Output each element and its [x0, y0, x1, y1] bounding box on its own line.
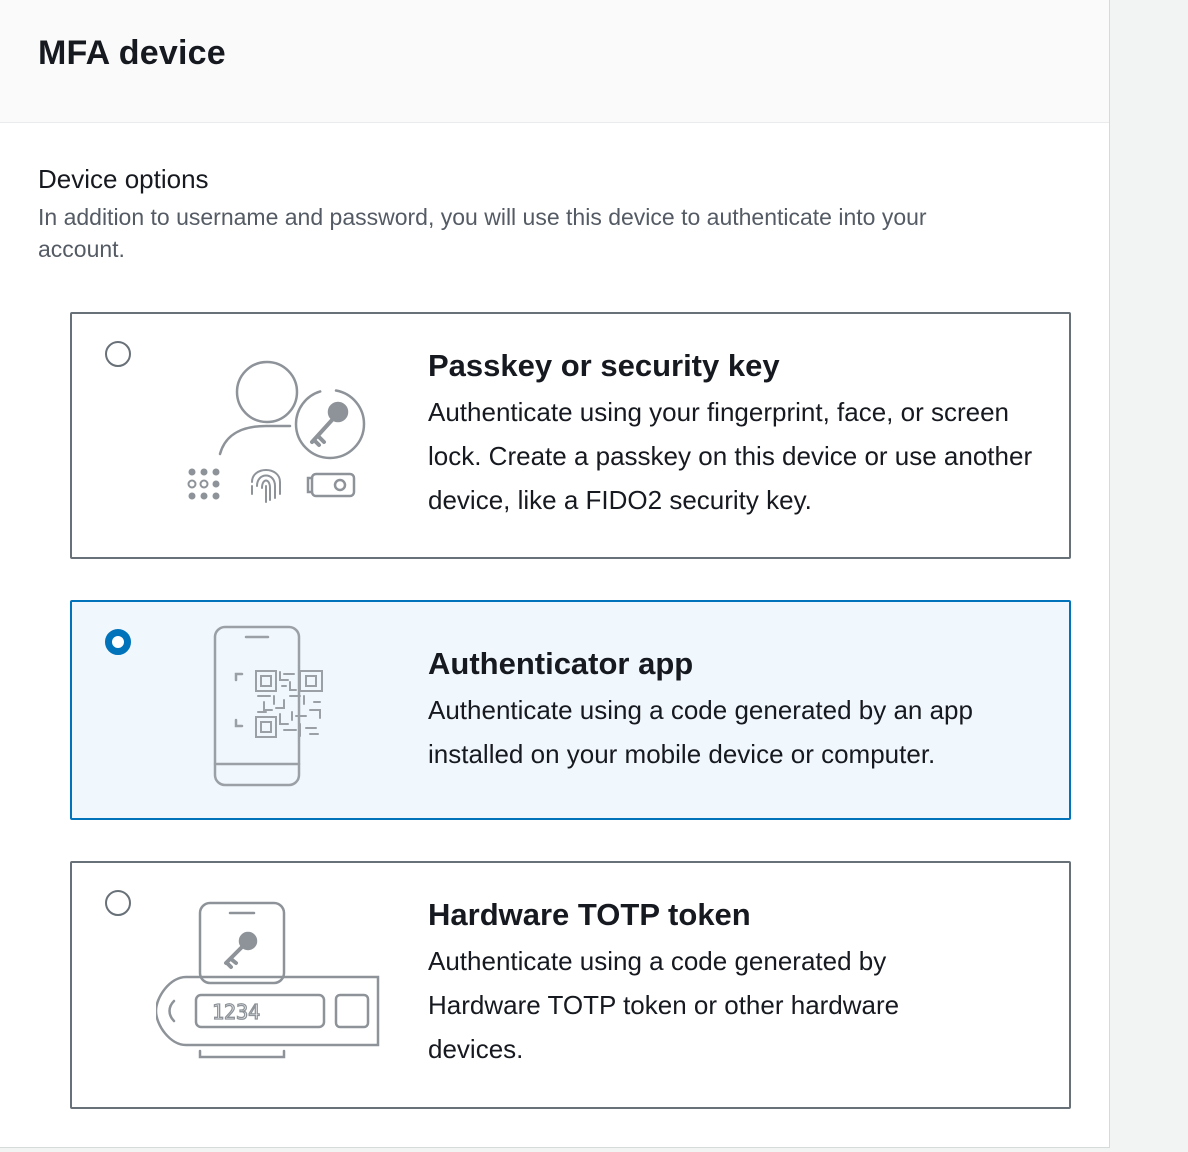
option-passkey[interactable]: Passkey or security key Authenticate usi…	[70, 312, 1071, 559]
option-title: Passkey or security key	[428, 348, 780, 383]
passkey-icon	[187, 360, 366, 503]
option-title: Hardware TOTP token	[428, 897, 751, 932]
device-options-label: Device options	[38, 164, 209, 194]
radio-passkey[interactable]	[105, 341, 131, 367]
hardware-token-icon: 1234	[156, 901, 380, 1059]
option-description: Authenticate using a code generated by a…	[428, 695, 973, 769]
panel-title: MFA device	[38, 34, 226, 72]
option-title: Authenticator app	[428, 646, 694, 681]
radio-hardware-totp-token[interactable]	[105, 890, 131, 916]
device-options-description: In addition to username and password, yo…	[38, 204, 927, 262]
option-hardware-totp-token[interactable]: 1234 Hardware TOTP token Authenticate us…	[70, 861, 1071, 1109]
authenticator-app-icon	[213, 625, 323, 787]
radio-authenticator-app[interactable]	[105, 629, 131, 655]
option-authenticator-app[interactable]: Authenticator app Authenticate using a c…	[70, 600, 1071, 820]
device-options-section: Device options In addition to username a…	[0, 123, 1109, 265]
option-description: Authenticate using your fingerprint, fac…	[428, 397, 1033, 515]
authenticator-app-text: Authenticator app Authenticate using a c…	[428, 644, 1048, 776]
mfa-device-panel: MFA device Device options In addition to…	[0, 0, 1110, 1148]
option-description: Authenticate using a code generated by H…	[428, 946, 900, 1064]
token-display-text: 1234	[212, 1000, 260, 1024]
hardware-token-text: Hardware TOTP token Authenticate using a…	[428, 895, 988, 1071]
passkey-text: Passkey or security key Authenticate usi…	[428, 346, 1048, 522]
device-option-list: Passkey or security key Authenticate usi…	[70, 312, 1071, 1109]
panel-header: MFA device	[0, 0, 1109, 123]
